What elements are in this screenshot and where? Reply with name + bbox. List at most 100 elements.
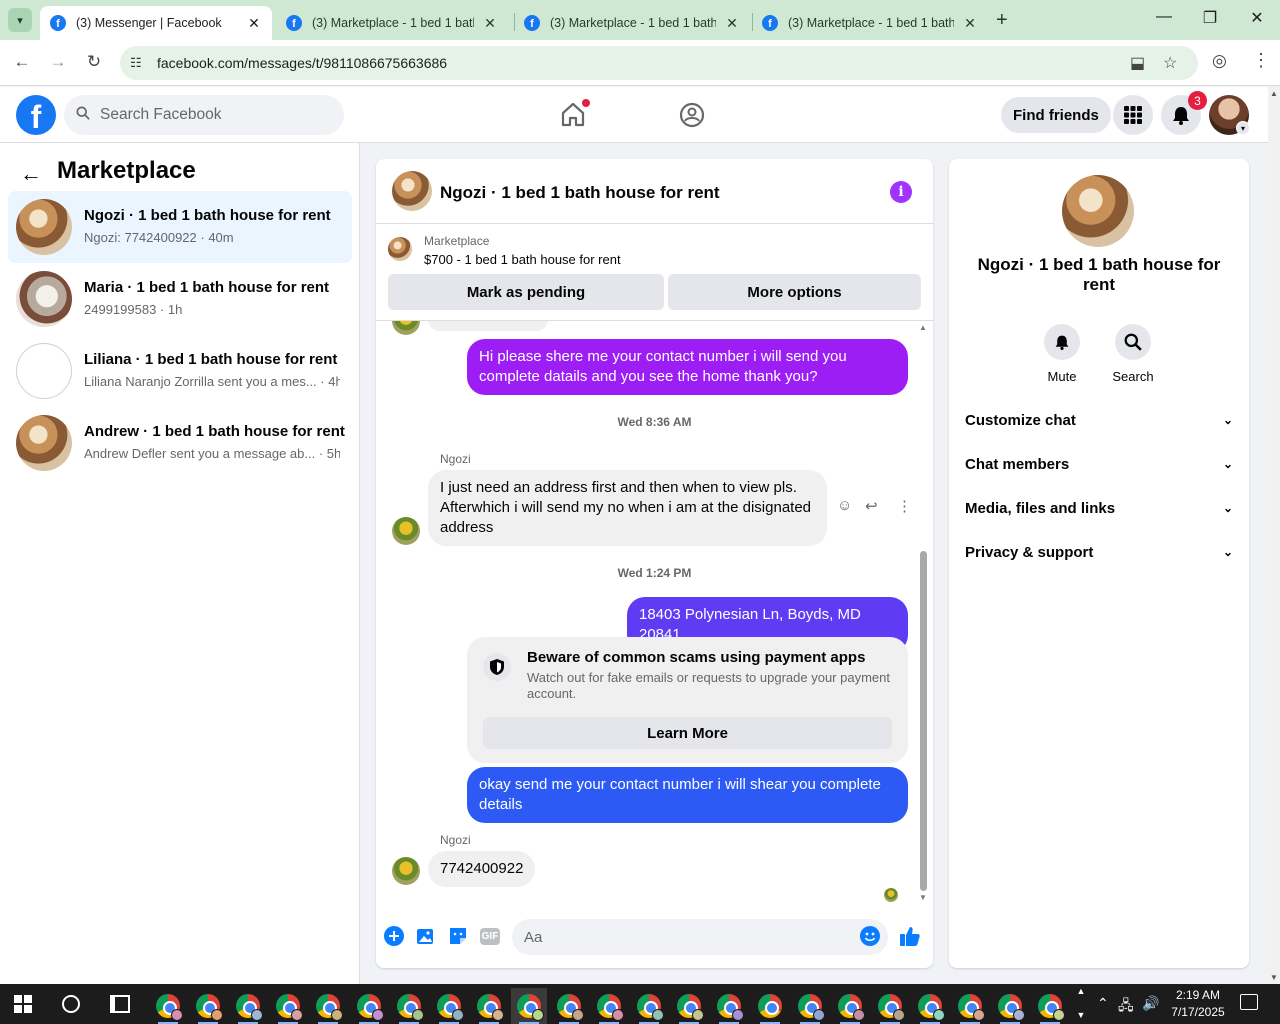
gif-icon[interactable]: GIF xyxy=(478,925,502,947)
tab-search-button[interactable]: ▾ xyxy=(8,8,32,32)
restore-icon[interactable]: ❐ xyxy=(1198,8,1222,28)
menu-grid-button[interactable] xyxy=(1113,95,1153,135)
back-arrow-icon[interactable]: ← xyxy=(20,161,42,187)
react-emoji-icon[interactable]: ☺ xyxy=(837,497,852,514)
info-icon[interactable]: i xyxy=(890,181,912,203)
search-in-chat-button[interactable]: Search xyxy=(1103,324,1163,384)
scroll-up-icon[interactable]: ▲ xyxy=(1270,89,1278,98)
browser-menu-icon[interactable]: ⋮ xyxy=(1252,50,1270,71)
emoji-icon[interactable] xyxy=(859,925,881,947)
thumbs-up-icon[interactable] xyxy=(899,925,921,947)
details-avatar[interactable] xyxy=(1062,175,1134,247)
address-bar[interactable]: ☷ facebook.com/messages/t/98110866756636… xyxy=(120,46,1198,80)
scroll-down-icon[interactable]: ▼ xyxy=(1270,973,1278,982)
chrome-taskbar-icon[interactable] xyxy=(230,988,266,1024)
chrome-taskbar-icon[interactable] xyxy=(310,988,346,1024)
chrome-taskbar-icon[interactable] xyxy=(511,988,547,1024)
listing-thumbnail[interactable] xyxy=(388,237,412,261)
network-icon[interactable]: 🖧 xyxy=(1118,995,1134,1019)
windows-start-icon[interactable] xyxy=(14,995,32,1013)
incoming-message[interactable]: I just need an address first and then wh… xyxy=(428,470,827,546)
photo-icon[interactable] xyxy=(415,925,437,947)
conversation-item-ngozi[interactable]: Ngozi · 1 bed 1 bath house for rent Ngoz… xyxy=(8,191,352,263)
scroll-up-icon[interactable]: ▲ xyxy=(919,323,927,332)
chrome-taskbar-icon[interactable] xyxy=(351,988,387,1024)
chevron-down-icon[interactable]: ▾ xyxy=(1236,121,1250,135)
install-app-icon[interactable]: ⬓ xyxy=(1130,53,1145,73)
message-input[interactable] xyxy=(512,919,888,955)
browser-tab-marketplace-1[interactable]: f (3) Marketplace - 1 bed 1 bath ✕ xyxy=(276,6,508,40)
privacy-support-section[interactable]: Privacy & support ⌄ xyxy=(965,534,1233,570)
chrome-taskbar-icon[interactable] xyxy=(912,988,948,1024)
minimize-icon[interactable]: — xyxy=(1152,8,1176,26)
site-info-icon[interactable]: ☷ xyxy=(130,55,142,71)
close-tab-icon[interactable]: ✕ xyxy=(482,15,498,32)
chrome-taskbar-icon[interactable] xyxy=(391,988,427,1024)
chrome-taskbar-icon[interactable] xyxy=(872,988,908,1024)
home-nav-button[interactable] xyxy=(560,99,590,132)
chat-scrollbar[interactable]: ▲ ▼ xyxy=(918,323,930,903)
outgoing-message[interactable]: okay send me your contact number i will … xyxy=(467,767,908,823)
facebook-search[interactable] xyxy=(64,95,344,135)
chrome-taskbar-icon[interactable] xyxy=(952,988,988,1024)
mark-as-pending-button[interactable]: Mark as pending xyxy=(388,274,664,310)
listing-price-title[interactable]: $700 - 1 bed 1 bath house for rent xyxy=(424,252,621,267)
more-actions-icon[interactable]: ⋮ xyxy=(897,497,912,515)
incoming-message[interactable]: 7742400922 xyxy=(428,851,536,887)
taskbar-clock[interactable]: 2:19 AM 7/17/2025 xyxy=(1160,987,1236,1021)
chrome-taskbar-icon[interactable] xyxy=(591,988,627,1024)
task-view-icon[interactable] xyxy=(110,995,130,1013)
chrome-taskbar-icon[interactable] xyxy=(671,988,707,1024)
learn-more-button[interactable]: Learn More xyxy=(483,717,892,749)
chrome-taskbar-icon[interactable] xyxy=(150,988,186,1024)
scroll-down-icon[interactable]: ▼ xyxy=(919,893,927,902)
browser-tab-messenger[interactable]: f (3) Messenger | Facebook ✕ xyxy=(40,6,272,40)
chrome-taskbar-icon[interactable] xyxy=(190,988,226,1024)
chrome-taskbar-icon[interactable] xyxy=(792,988,828,1024)
new-tab-button[interactable]: + xyxy=(996,9,1008,32)
mute-button[interactable]: Mute xyxy=(1032,324,1092,384)
browser-profile-icon[interactable]: ◎ xyxy=(1212,51,1227,71)
search-input[interactable] xyxy=(100,95,330,135)
bookmark-star-icon[interactable]: ☆ xyxy=(1163,53,1177,73)
taskbar-scroll[interactable]: ▲ ▼ xyxy=(1072,984,1090,1024)
close-tab-icon[interactable]: ✕ xyxy=(724,15,740,32)
close-tab-icon[interactable]: ✕ xyxy=(962,15,978,32)
sticker-icon[interactable] xyxy=(447,925,469,947)
media-files-links-section[interactable]: Media, files and links ⌄ xyxy=(965,490,1233,526)
reply-icon[interactable]: ↩ xyxy=(865,497,878,515)
chrome-taskbar-icon[interactable] xyxy=(551,988,587,1024)
chevron-down-icon[interactable]: ▼ xyxy=(1072,1010,1090,1020)
back-arrow-icon[interactable]: ← xyxy=(10,52,34,72)
conversation-item-maria[interactable]: Maria · 1 bed 1 bath house for rent 2499… xyxy=(8,263,352,335)
customize-chat-section[interactable]: Customize chat ⌄ xyxy=(965,402,1233,438)
action-center-icon[interactable] xyxy=(1240,994,1258,1010)
close-tab-icon[interactable]: ✕ xyxy=(246,15,262,32)
chat-title[interactable]: Ngozi · 1 bed 1 bath house for rent xyxy=(440,183,720,203)
chrome-taskbar-icon[interactable] xyxy=(471,988,507,1024)
chrome-taskbar-icon[interactable] xyxy=(431,988,467,1024)
notifications-button[interactable]: 3 xyxy=(1161,91,1207,135)
chrome-taskbar-icon[interactable] xyxy=(270,988,306,1024)
find-friends-button[interactable]: Find friends xyxy=(1001,97,1111,133)
chrome-taskbar-icon[interactable] xyxy=(832,988,868,1024)
chrome-taskbar-icon[interactable] xyxy=(631,988,667,1024)
chrome-taskbar-icon[interactable] xyxy=(711,988,747,1024)
reload-icon[interactable]: ↻ xyxy=(82,52,106,72)
conversation-item-liliana[interactable]: Liliana · 1 bed 1 bath house for rent Li… xyxy=(8,335,352,407)
chrome-taskbar-icon[interactable] xyxy=(992,988,1028,1024)
volume-icon[interactable]: 🔊 xyxy=(1142,995,1159,1012)
window-close-icon[interactable]: ✕ xyxy=(1245,8,1269,28)
outgoing-message[interactable]: Hi please shere me your contact number i… xyxy=(467,339,908,395)
browser-tab-marketplace-2[interactable]: f (3) Marketplace - 1 bed 1 bath ✕ xyxy=(514,6,750,40)
chevron-up-icon[interactable]: ▲ xyxy=(1072,986,1090,996)
more-options-button[interactable]: More options xyxy=(668,274,921,310)
facebook-logo-icon[interactable]: f xyxy=(16,95,56,135)
browser-tab-marketplace-3[interactable]: f (3) Marketplace - 1 bed 1 bath ✕ xyxy=(752,6,988,40)
scrollbar-thumb[interactable] xyxy=(920,551,927,891)
chat-avatar[interactable] xyxy=(392,171,432,211)
chrome-taskbar-icon[interactable] xyxy=(752,988,788,1024)
show-hidden-icons-icon[interactable]: ⌃ xyxy=(1097,995,1109,1012)
conversation-item-andrew[interactable]: Andrew · 1 bed 1 bath house for rent And… xyxy=(8,407,352,479)
groups-nav-button[interactable] xyxy=(679,102,705,133)
